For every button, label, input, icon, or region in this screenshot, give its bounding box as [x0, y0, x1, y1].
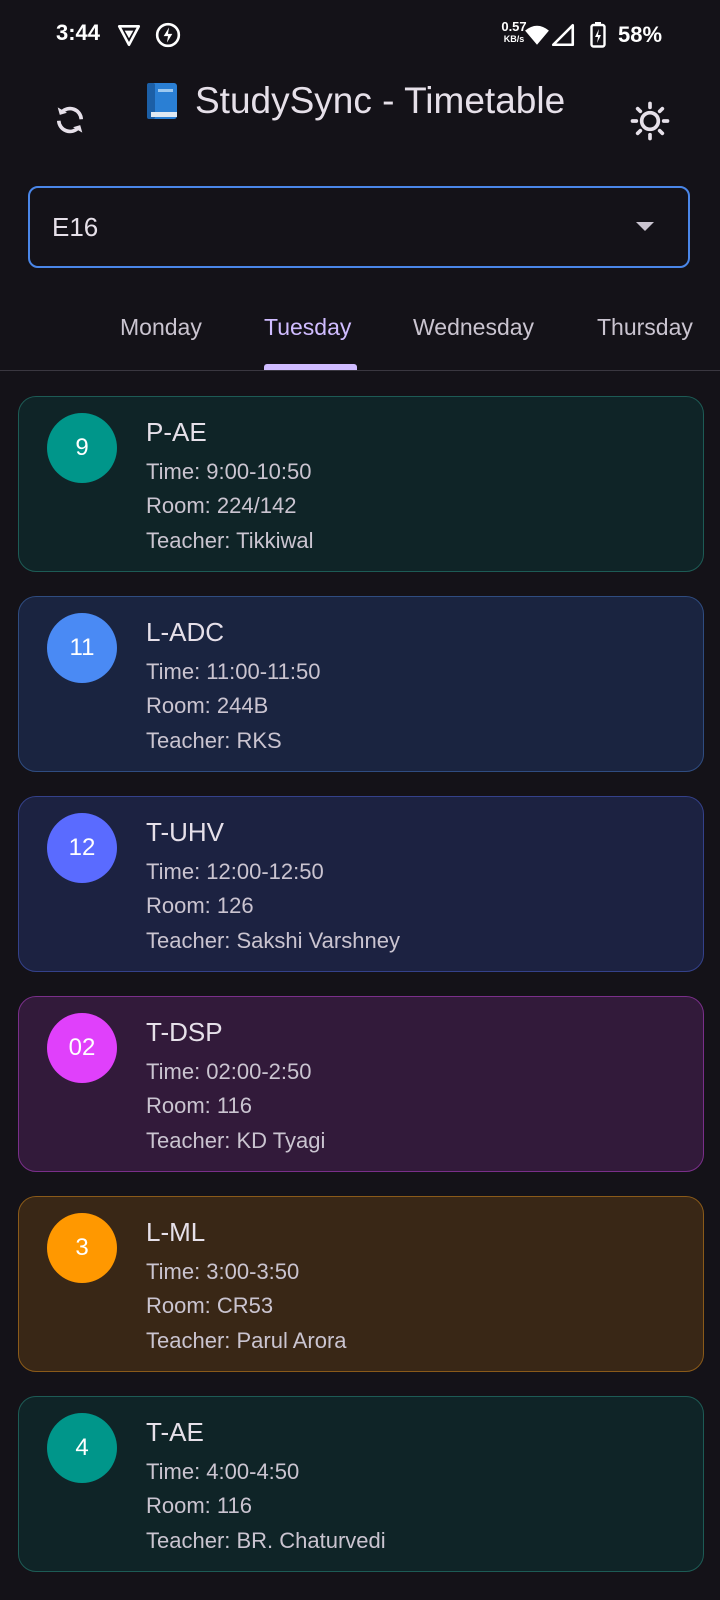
status-time: 3:44 — [56, 20, 101, 45]
refresh-button[interactable] — [48, 98, 92, 142]
tab-monday[interactable]: Monday — [120, 314, 202, 341]
class-teacher: Teacher: RKS — [146, 728, 282, 753]
app-title: StudySync - Timetable — [195, 80, 566, 121]
subject-name: T-DSP — [146, 1017, 223, 1047]
tab-thursday[interactable]: Thursday — [597, 314, 693, 341]
subject-name: P-AE — [146, 417, 207, 447]
app-bar: StudySync - Timetable — [0, 70, 720, 170]
class-room: Room: 126 — [146, 893, 254, 918]
subject-name: T-UHV — [146, 817, 224, 847]
class-card[interactable]: 3 L-ML Time: 3:00-3:50 Room: CR53 Teache… — [18, 1196, 704, 1372]
class-time: Time: 9:00-10:50 — [146, 459, 312, 484]
tab-tuesday[interactable]: Tuesday — [264, 314, 351, 341]
period-badge: 4 — [47, 1413, 117, 1483]
class-time: Time: 11:00-11:50 — [146, 659, 321, 684]
sun-icon — [630, 101, 670, 141]
class-card[interactable]: 02 T-DSP Time: 02:00-2:50 Room: 116 Teac… — [18, 996, 704, 1172]
subject-name: L-ADC — [146, 617, 225, 647]
class-dropdown-value: E16 — [52, 211, 99, 242]
class-card[interactable]: 4 T-AE Time: 4:00-4:50 Room: 116 Teacher… — [18, 1396, 704, 1572]
class-teacher: Teacher: Tikkiwal — [146, 528, 314, 553]
class-card[interactable]: 11 L-ADC Time: 11:00-11:50 Room: 244B Te… — [18, 596, 704, 772]
class-room: Room: CR53 — [146, 1293, 274, 1318]
class-room: Room: 224/142 — [146, 493, 297, 518]
period-badge: 9 — [47, 413, 117, 483]
chevron-down-icon — [636, 222, 654, 231]
theme-toggle-button[interactable] — [627, 98, 673, 144]
class-card[interactable]: 12 T-UHV Time: 12:00-12:50 Room: 126 Tea… — [18, 796, 704, 972]
period-badge: 11 — [47, 613, 117, 683]
app-title-group: StudySync - Timetable — [145, 80, 565, 122]
class-room: Room: 116 — [146, 1093, 252, 1118]
class-room: Room: 244B — [146, 693, 269, 718]
period-badge: 12 — [47, 813, 117, 883]
class-teacher: Teacher: BR. Chaturvedi — [146, 1528, 386, 1553]
subject-name: L-ML — [146, 1217, 206, 1247]
day-tabs: Monday Tuesday Wednesday Thursday — [0, 290, 720, 371]
class-teacher: Teacher: Parul Arora — [146, 1328, 347, 1353]
class-time: Time: 12:00-12:50 — [146, 859, 324, 884]
status-bar: 3:44 0.57 KB/s 58% — [0, 0, 720, 70]
period-badge: 02 — [47, 1013, 117, 1083]
wifi-icon — [525, 25, 549, 45]
period-badge: 3 — [47, 1213, 117, 1283]
class-time: Time: 02:00-2:50 — [146, 1059, 312, 1084]
vpn-shield-icon — [117, 25, 141, 47]
cell-signal-icon — [551, 23, 575, 47]
active-tab-indicator — [264, 364, 357, 370]
class-teacher: Teacher: KD Tyagi — [146, 1128, 326, 1153]
charging-bolt-icon — [155, 22, 181, 48]
class-teacher: Teacher: Sakshi Varshney — [146, 928, 400, 953]
class-time: Time: 3:00-3:50 — [146, 1259, 300, 1284]
tab-wednesday[interactable]: Wednesday — [413, 314, 534, 341]
battery-icon — [590, 22, 606, 48]
class-time: Time: 4:00-4:50 — [146, 1459, 300, 1484]
subject-name: T-AE — [146, 1417, 204, 1447]
class-card[interactable]: 9 P-AE Time: 9:00-10:50 Room: 224/142 Te… — [18, 396, 704, 572]
refresh-icon — [56, 106, 84, 134]
class-room: Room: 116 — [146, 1493, 252, 1518]
blue-book-icon — [147, 83, 177, 119]
class-dropdown[interactable]: E16 — [28, 186, 690, 268]
battery-percent: 58% — [618, 22, 663, 47]
